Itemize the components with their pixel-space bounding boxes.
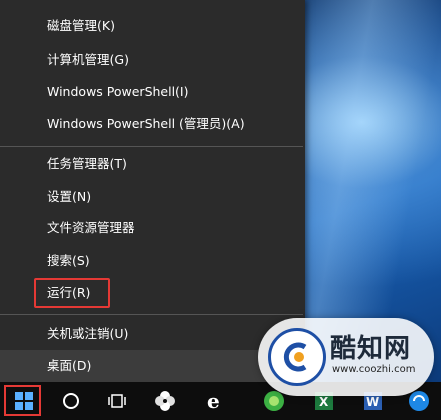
svg-text:e: e bbox=[207, 390, 220, 412]
coozhi-logo-icon bbox=[268, 328, 326, 386]
menu-separator bbox=[0, 314, 303, 315]
watermark-url: www.coozhi.com bbox=[332, 364, 416, 375]
menu-separator bbox=[0, 146, 303, 147]
run-highlight-box bbox=[34, 278, 110, 308]
menu-item-task-manager[interactable]: 任务管理器(T) bbox=[0, 148, 303, 180]
edge-browser-icon[interactable]: e bbox=[196, 382, 234, 420]
winx-context-menu: 磁盘管理(K) 计算机管理(G) Windows PowerShell(I) W… bbox=[0, 0, 305, 382]
svg-text:X: X bbox=[319, 395, 329, 409]
svg-text:W: W bbox=[366, 395, 379, 409]
task-view-icon[interactable] bbox=[98, 382, 136, 420]
menu-item-search[interactable]: 搜索(S) bbox=[0, 245, 303, 277]
menu-item-disk-management[interactable]: 磁盘管理(K) bbox=[0, 10, 303, 42]
menu-item-shutdown-signout[interactable]: 关机或注销(U) > bbox=[0, 318, 303, 350]
menu-item-shutdown-label: 关机或注销(U) bbox=[47, 326, 129, 341]
watermark-title: 酷知网 bbox=[330, 334, 412, 364]
pinwheel-app-icon[interactable] bbox=[146, 382, 184, 420]
menu-item-file-explorer[interactable]: 文件资源管理器 bbox=[0, 212, 303, 244]
menu-item-powershell-admin[interactable]: Windows PowerShell (管理员)(A) bbox=[0, 108, 303, 140]
start-button-highlight-box bbox=[4, 385, 41, 416]
menu-item-settings[interactable]: 设置(N) bbox=[0, 181, 303, 213]
watermark-logo: 酷知网 www.coozhi.com bbox=[258, 318, 434, 396]
menu-item-powershell[interactable]: Windows PowerShell(I) bbox=[0, 76, 303, 108]
menu-item-computer-management[interactable]: 计算机管理(G) bbox=[0, 44, 303, 76]
search-circle-icon[interactable] bbox=[52, 382, 90, 420]
